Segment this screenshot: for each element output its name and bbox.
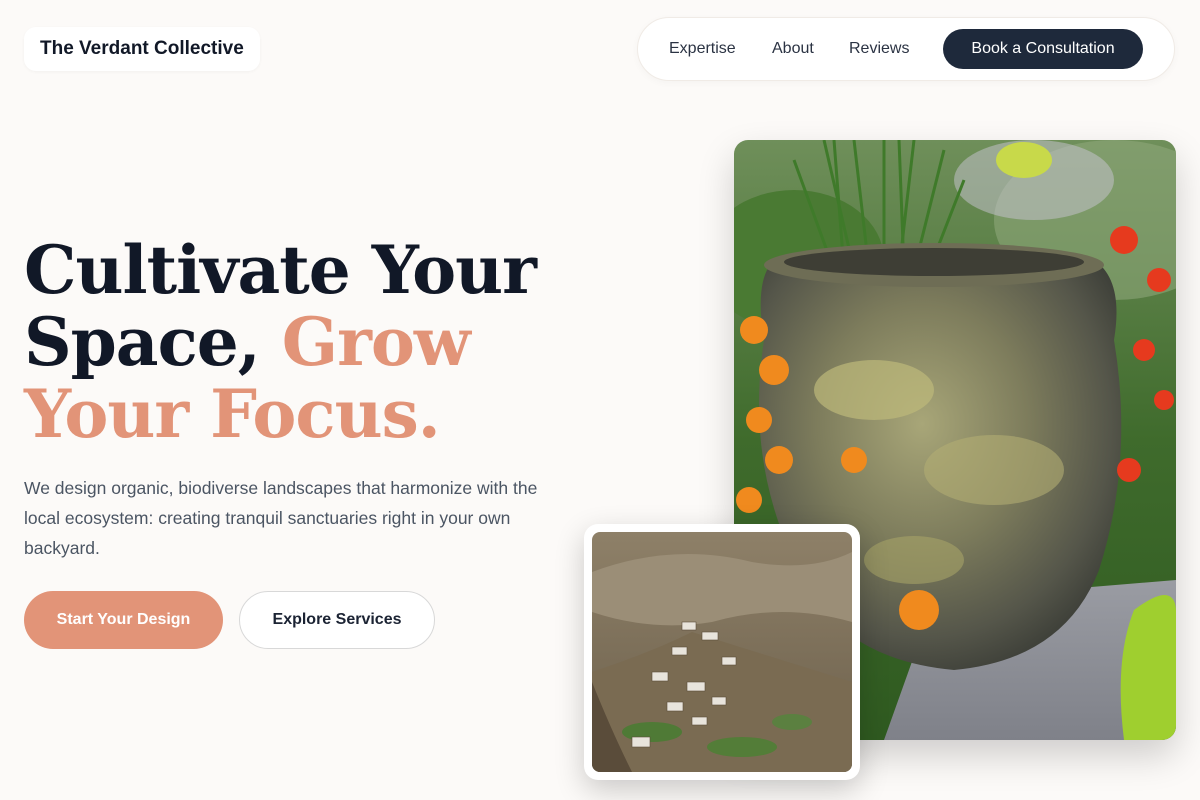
village-image-card	[584, 524, 860, 780]
start-design-button[interactable]: Start Your Design	[24, 591, 223, 649]
mountain-village-image	[592, 532, 852, 772]
hero-headline: Cultivate Your Space, Grow Your Focus.	[24, 234, 584, 450]
book-consultation-button[interactable]: Book a Consultation	[943, 29, 1143, 69]
nav-link-about[interactable]: About	[772, 40, 814, 58]
nav-link-reviews[interactable]: Reviews	[849, 40, 909, 58]
hero-subtext: We design organic, biodiverse landscapes…	[24, 478, 538, 558]
mountain-village-illustration	[592, 532, 852, 772]
landing-page: The Verdant Collective Expertise About R…	[0, 0, 1200, 800]
brand-logo[interactable]: The Verdant Collective	[24, 27, 260, 71]
nav-link-expertise[interactable]: Expertise	[669, 40, 736, 58]
explore-services-button[interactable]: Explore Services	[239, 591, 435, 649]
top-nav: Expertise About Reviews Book a Consultat…	[637, 17, 1175, 81]
